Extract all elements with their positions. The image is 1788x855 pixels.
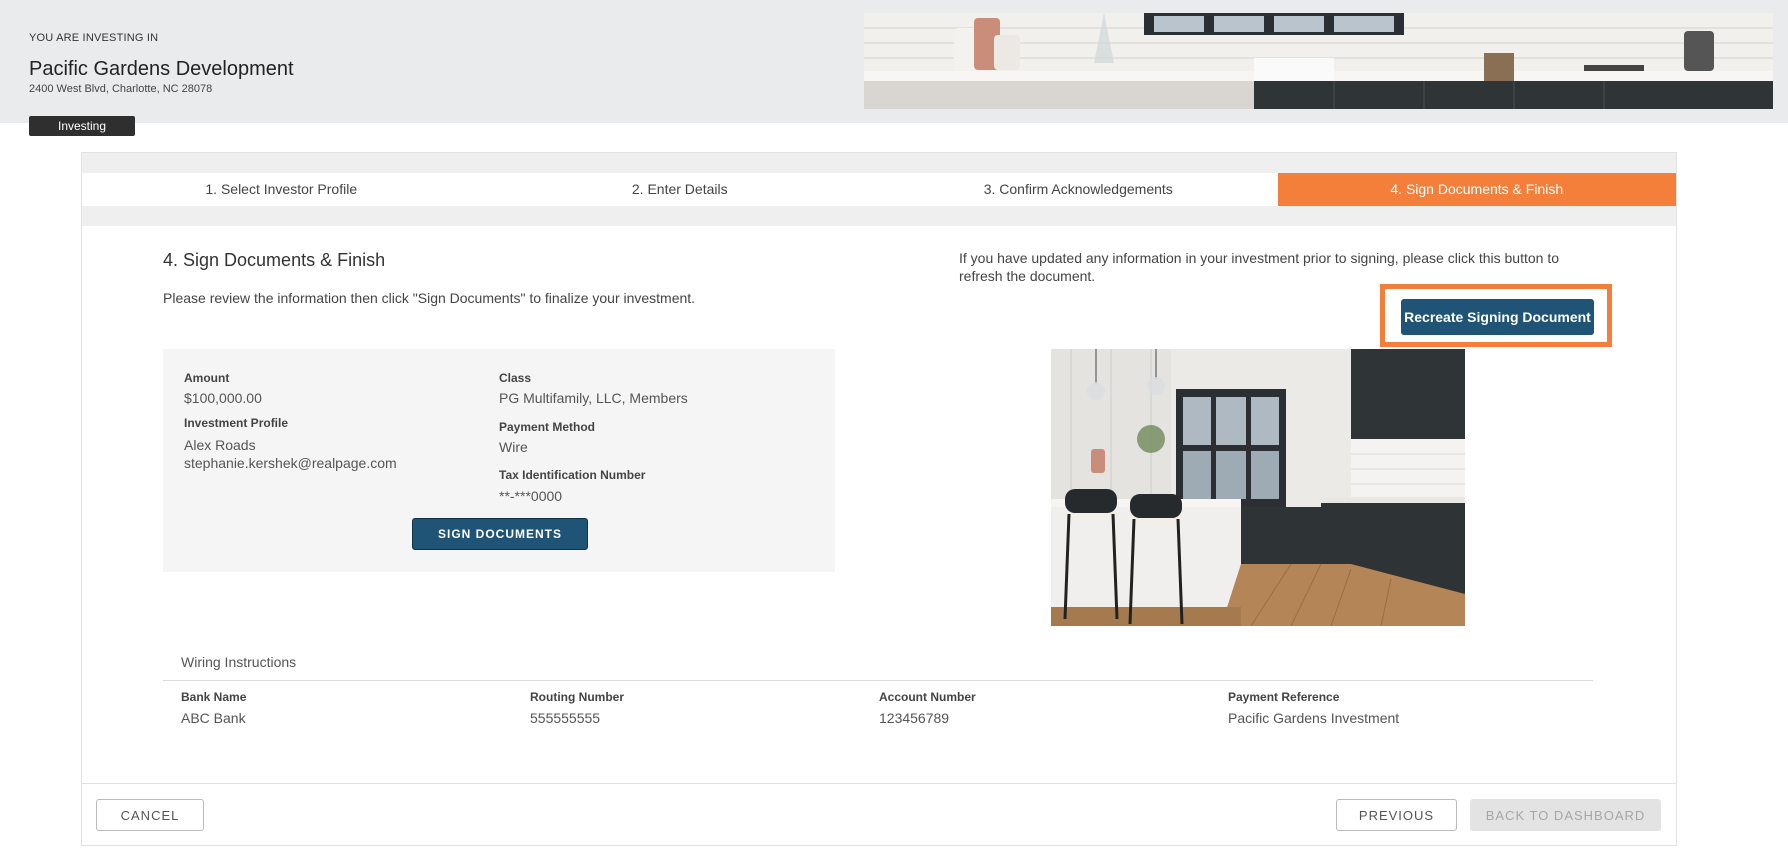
routing-number-value: 555555555: [530, 710, 601, 726]
property-kitchen-image: [1051, 349, 1465, 626]
amount-value: $100,000.00: [184, 390, 262, 406]
sign-documents-button[interactable]: SIGN DOCUMENTS: [412, 518, 588, 550]
payment-reference-value: Pacific Gardens Investment: [1228, 710, 1400, 726]
property-title: Pacific Gardens Development: [29, 58, 294, 80]
investment-wizard-card: 1. Select Investor Profile 2. Enter Deta…: [81, 152, 1677, 846]
cancel-button[interactable]: CANCEL: [96, 799, 204, 831]
previous-button[interactable]: PREVIOUS: [1336, 799, 1457, 831]
step-confirm-acknowledgements[interactable]: 3. Confirm Acknowledgements: [879, 173, 1278, 206]
step-sign-documents-finish[interactable]: 4. Sign Documents & Finish: [1277, 173, 1676, 206]
bank-name-value: ABC Bank: [181, 710, 246, 726]
routing-number-label: Routing Number: [530, 690, 624, 704]
payment-reference-label: Payment Reference: [1228, 690, 1340, 704]
class-value: PG Multifamily, LLC, Members: [499, 390, 688, 406]
investment-profile-label: Investment Profile: [184, 416, 289, 430]
account-number-label: Account Number: [879, 690, 976, 704]
investing-in-label: YOU ARE INVESTING IN: [29, 32, 159, 44]
tax-id-label: Tax Identification Number: [499, 468, 646, 482]
property-address: 2400 West Blvd, Charlotte, NC 28078: [29, 83, 213, 95]
tax-id-value: **-***0000: [499, 488, 563, 504]
bank-name-label: Bank Name: [181, 690, 247, 704]
footer-divider: [82, 783, 1676, 784]
section-title: 4. Sign Documents & Finish: [163, 250, 386, 270]
property-banner-image: [864, 13, 1773, 109]
status-badge: Investing: [29, 116, 135, 136]
step-enter-details[interactable]: 2. Enter Details: [481, 173, 880, 206]
investment-profile-email: stephanie.kershek@realpage.com: [184, 455, 397, 471]
wiring-divider: [163, 680, 1593, 681]
property-header: YOU ARE INVESTING IN Pacific Gardens Dev…: [0, 0, 1788, 123]
investment-summary: Amount $100,000.00 Investment Profile Al…: [163, 349, 835, 572]
wizard-steps: 1. Select Investor Profile 2. Enter Deta…: [82, 173, 1676, 206]
amount-label: Amount: [184, 371, 230, 385]
recreate-signing-document-button[interactable]: Recreate Signing Document: [1401, 299, 1594, 335]
class-label: Class: [499, 371, 532, 385]
section-description: Please review the information then click…: [163, 290, 696, 306]
back-to-dashboard-button[interactable]: BACK TO DASHBOARD: [1470, 799, 1661, 831]
account-number-value: 123456789: [879, 710, 950, 726]
investment-profile-name: Alex Roads: [184, 437, 256, 453]
payment-method-label: Payment Method: [499, 420, 596, 434]
step-select-investor-profile[interactable]: 1. Select Investor Profile: [82, 173, 481, 206]
refresh-document-note: If you have updated any information in y…: [959, 250, 1560, 284]
wiring-instructions-title: Wiring Instructions: [181, 654, 297, 670]
payment-method-value: Wire: [499, 439, 528, 455]
